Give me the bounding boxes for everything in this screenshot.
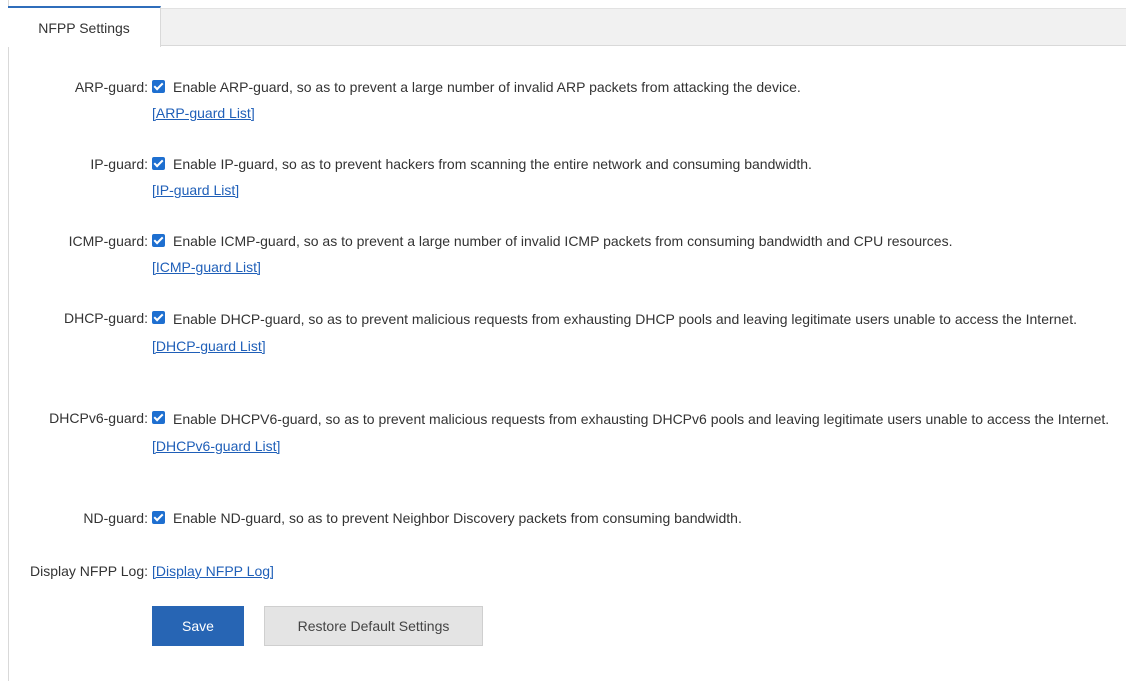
arp-guard-option: Enable ARP-guard, so as to prevent a lar…	[152, 77, 1118, 97]
nd-guard-field: Enable ND-guard, so as to prevent Neighb…	[152, 508, 1118, 528]
display-log-label: Display NFPP Log:	[29, 563, 148, 579]
icmp-guard-description: Enable ICMP-guard, so as to prevent a la…	[173, 233, 953, 249]
save-button[interactable]: Save	[152, 606, 244, 646]
dhcp-guard-option: Enable DHCP-guard, so as to prevent mali…	[152, 308, 1118, 330]
dhcp-guard-checkbox[interactable]	[152, 311, 165, 324]
arp-guard-description: Enable ARP-guard, so as to prevent a lar…	[173, 79, 801, 95]
icmp-guard-option: Enable ICMP-guard, so as to prevent a la…	[152, 231, 1118, 251]
display-log-field: [Display NFPP Log]	[152, 561, 1118, 581]
ip-guard-list-link[interactable]: [IP-guard List]	[152, 180, 239, 200]
dhcpv6-guard-description: Enable DHCPV6-guard, so as to prevent ma…	[173, 411, 1110, 427]
arp-guard-field: Enable ARP-guard, so as to prevent a lar…	[152, 77, 1118, 123]
icmp-guard-label: ICMP-guard:	[68, 233, 148, 249]
dhcpv6-guard-list-link[interactable]: [DHCPv6-guard List]	[152, 436, 280, 456]
ip-guard-option: Enable IP-guard, so as to prevent hacker…	[152, 154, 1118, 174]
tab-label: NFPP Settings	[38, 19, 130, 36]
tab-bar	[8, 8, 1126, 46]
arp-guard-list-link[interactable]: [ARP-guard List]	[152, 103, 255, 123]
ip-guard-description: Enable IP-guard, so as to prevent hacker…	[173, 156, 812, 172]
dhcpv6-guard-field: Enable DHCPV6-guard, so as to prevent ma…	[152, 408, 1120, 456]
dhcpv6-guard-checkbox[interactable]	[152, 411, 165, 424]
nd-guard-label: ND-guard:	[83, 510, 148, 526]
ip-guard-field: Enable IP-guard, so as to prevent hacker…	[152, 154, 1118, 200]
dhcp-guard-label: DHCP-guard:	[63, 310, 148, 326]
dhcp-guard-field: Enable DHCP-guard, so as to prevent mali…	[152, 308, 1118, 356]
nfpp-settings-page: NFPP Settings ARP-guard: Enable ARP-guar…	[0, 0, 1126, 681]
ip-guard-label: IP-guard:	[90, 156, 148, 172]
nd-guard-description: Enable ND-guard, so as to prevent Neighb…	[173, 510, 742, 526]
icmp-guard-checkbox[interactable]	[152, 234, 165, 247]
restore-default-settings-button[interactable]: Restore Default Settings	[264, 606, 483, 646]
icmp-guard-field: Enable ICMP-guard, so as to prevent a la…	[152, 231, 1118, 277]
dhcpv6-guard-label: DHCPv6-guard:	[49, 410, 148, 426]
arp-guard-checkbox[interactable]	[152, 80, 165, 93]
display-log-link[interactable]: [Display NFPP Log]	[152, 561, 274, 581]
tab-nfpp-settings[interactable]: NFPP Settings	[8, 6, 161, 47]
dhcpv6-guard-option: Enable DHCPV6-guard, so as to prevent ma…	[152, 408, 1120, 430]
ip-guard-checkbox[interactable]	[152, 157, 165, 170]
icmp-guard-list-link[interactable]: [ICMP-guard List]	[152, 257, 261, 277]
dhcp-guard-description: Enable DHCP-guard, so as to prevent mali…	[173, 311, 1077, 327]
dhcp-guard-list-link[interactable]: [DHCP-guard List]	[152, 336, 266, 356]
nd-guard-checkbox[interactable]	[152, 511, 165, 524]
nd-guard-option: Enable ND-guard, so as to prevent Neighb…	[152, 508, 1118, 528]
arp-guard-label: ARP-guard:	[74, 79, 148, 95]
